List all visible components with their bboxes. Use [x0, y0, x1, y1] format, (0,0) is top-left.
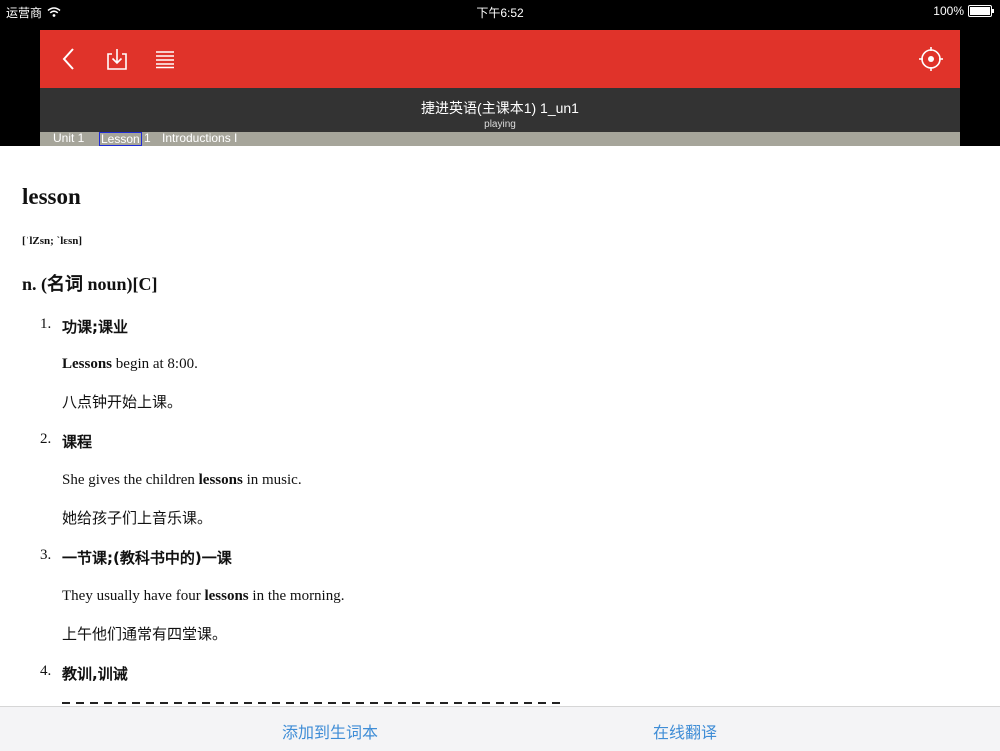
sense-number: 1.: [40, 316, 52, 332]
example-translation: 上午他们通常有四堂课。: [62, 625, 228, 643]
sense-definition: 一节课;(教科书中的)一课: [62, 549, 232, 567]
download-icon[interactable]: [102, 44, 132, 74]
clipped-text-line: [62, 702, 562, 704]
example-keyword: lessons: [204, 588, 249, 604]
lesson-number[interactable]: 1: [144, 131, 151, 145]
toolbar: [40, 30, 960, 88]
battery-icon: [968, 5, 994, 17]
part-of-speech: n. (名词 noun)[C]: [22, 274, 158, 294]
online-translate-button[interactable]: 在线翻译: [653, 719, 717, 743]
sense-definition: 教训,训诫: [62, 665, 128, 683]
example-sentence: She gives the children lessons in music.: [62, 472, 302, 489]
sense-number: 3.: [40, 547, 52, 563]
example-translation: 她给孩子们上音乐课。: [62, 509, 213, 527]
phonetic: [ˈlZsn; ˋlɛsn]: [22, 235, 83, 247]
example-keyword: Lessons: [62, 356, 113, 372]
example-post: in the morning.: [248, 588, 345, 604]
lesson-text-strip: Unit 1 Lesson 1 Introductions I: [40, 131, 960, 146]
dictionary-panel: lesson [ˈlZsn; ˋlɛsn] n. (名词 noun)[C] 1.…: [0, 146, 1000, 706]
example-keyword: lessons: [198, 472, 243, 488]
status-bar: 运营商 下午6:52 100%: [0, 0, 1000, 22]
back-icon[interactable]: [54, 44, 84, 74]
lesson-topic[interactable]: Introductions I: [162, 131, 237, 145]
sense-number: 2.: [40, 431, 52, 447]
battery-percent: 100%: [933, 4, 964, 18]
sense-number: 4.: [40, 663, 52, 679]
headword: lesson: [22, 184, 81, 209]
example-post: begin at 8:00.: [112, 356, 198, 372]
playback-status: playing: [484, 119, 516, 130]
example-pre: She gives the children: [62, 472, 199, 488]
bottom-action-bar: 添加到生词本 在线翻译: [0, 706, 1000, 751]
sense-definition: 功课;课业: [62, 318, 128, 336]
track-title: 捷进英语(主课本1) 1_un1: [421, 100, 579, 116]
example-translation: 八点钟开始上课。: [62, 393, 183, 411]
player-bar: 捷进英语(主课本1) 1_un1 playing: [40, 88, 960, 132]
battery-area: 100%: [933, 4, 994, 18]
example-sentence: They usually have four lessons in the mo…: [62, 588, 344, 605]
status-time: 下午6:52: [476, 6, 524, 20]
add-to-vocabulary-button[interactable]: 添加到生词本: [282, 719, 378, 743]
sense-definition: 课程: [62, 433, 93, 451]
list-icon[interactable]: [150, 44, 180, 74]
selected-word[interactable]: Lesson: [99, 132, 142, 146]
unit-label[interactable]: Unit 1: [53, 131, 84, 145]
example-pre: They usually have four: [62, 588, 205, 604]
example-post: in music.: [242, 472, 302, 488]
player-app: 捷进英语(主课本1) 1_un1 playing Unit 1 Lesson 1…: [40, 30, 960, 146]
target-icon[interactable]: [916, 44, 946, 74]
example-sentence: Lessons begin at 8:00.: [62, 356, 198, 373]
